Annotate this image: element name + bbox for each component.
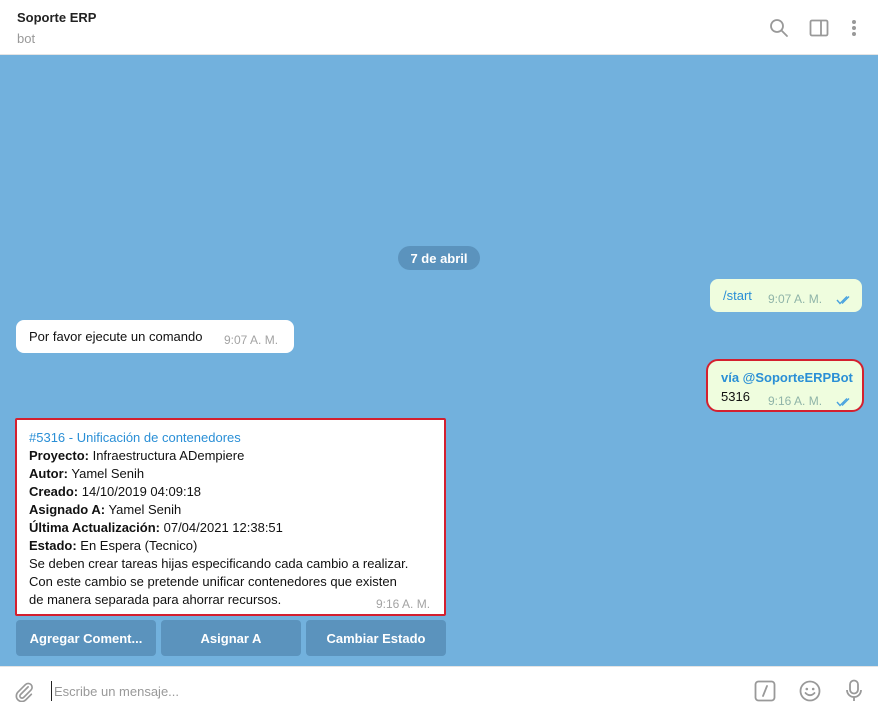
- date-separator: 7 de abril: [398, 246, 480, 270]
- message-time: 9:07 A. M.: [768, 292, 823, 306]
- field-value: 14/10/2019 04:09:18: [81, 484, 202, 499]
- ticket-field-creado: Creado: 14/10/2019 04:09:18: [29, 483, 408, 501]
- bot-commands-icon[interactable]: [752, 678, 778, 704]
- ticket-field-estado: Estado: En Espera (Tecnico): [29, 537, 408, 555]
- chat-history[interactable]: 7 de abril /start 9:07 A. M. Por favor e…: [0, 55, 878, 666]
- command-link[interactable]: /start: [723, 288, 752, 303]
- search-icon[interactable]: [767, 16, 791, 40]
- more-vertical-icon[interactable]: [842, 16, 866, 40]
- message-text: Por favor ejecute un comando: [29, 329, 203, 344]
- message-time: 9:07 A. M.: [224, 333, 279, 347]
- sidebar-toggle-icon[interactable]: [807, 16, 831, 40]
- message-composer: [0, 666, 878, 713]
- attach-icon[interactable]: [11, 678, 37, 704]
- ticket-description-line: de manera separada para ahorrar recursos…: [29, 592, 282, 607]
- field-label: Última Actualización:: [29, 520, 160, 535]
- ticket-field-proyecto: Proyecto: Infraestructura ADempiere: [29, 447, 408, 465]
- ticket-description-line: Con este cambio se pretende unificar con…: [29, 574, 397, 589]
- chat-header: Soporte ERP bot: [0, 0, 878, 55]
- chat-title[interactable]: Soporte ERP: [17, 10, 96, 25]
- field-value: Infraestructura ADempiere: [92, 448, 245, 463]
- read-checkmarks-icon: [836, 293, 854, 308]
- message-outgoing-via-bot[interactable]: vía @SoporteERPBot 5316 9:16 A. M.: [706, 359, 864, 412]
- ticket-field-autor: Autor: Yamel Senih: [29, 465, 408, 483]
- message-time: 9:16 A. M.: [768, 394, 823, 408]
- message-input[interactable]: [51, 681, 731, 701]
- microphone-icon[interactable]: [841, 678, 867, 704]
- message-text: 5316: [721, 389, 750, 404]
- field-label: Autor:: [29, 466, 68, 481]
- asignar-a-button[interactable]: Asignar A: [161, 620, 301, 656]
- agregar-comentario-button[interactable]: Agregar Coment...: [16, 620, 156, 656]
- via-bot-link[interactable]: vía @SoporteERPBot: [721, 370, 853, 385]
- field-value: 07/04/2021 12:38:51: [163, 520, 283, 535]
- cambiar-estado-button[interactable]: Cambiar Estado: [306, 620, 446, 656]
- message-incoming[interactable]: Por favor ejecute un comando 9:07 A. M.: [16, 320, 294, 353]
- field-label: Creado:: [29, 484, 79, 499]
- field-label: Asignado A:: [29, 502, 106, 517]
- ticket-message[interactable]: #5316 - Unificación de contenedores Proy…: [15, 418, 446, 616]
- message-outgoing[interactable]: /start 9:07 A. M.: [710, 279, 862, 312]
- message-time: 9:16 A. M.: [376, 597, 431, 611]
- ticket-description-line: Se deben crear tareas hijas especificand…: [29, 556, 409, 571]
- field-value: Yamel Senih: [108, 502, 182, 517]
- field-value: En Espera (Tecnico): [80, 538, 198, 553]
- ticket-field-asignado: Asignado A: Yamel Senih: [29, 501, 408, 519]
- field-label: Proyecto:: [29, 448, 89, 463]
- field-value: Yamel Senih: [71, 466, 145, 481]
- read-checkmarks-icon: [836, 395, 854, 410]
- chat-subtitle: bot: [17, 31, 36, 46]
- ticket-link[interactable]: #5316 - Unificación de contenedores: [29, 430, 241, 445]
- emoji-icon[interactable]: [797, 678, 823, 704]
- ticket-field-ultima-actualizacion: Última Actualización: 07/04/2021 12:38:5…: [29, 519, 408, 537]
- ticket-body: #5316 - Unificación de contenedores Proy…: [29, 429, 408, 609]
- field-label: Estado:: [29, 538, 77, 553]
